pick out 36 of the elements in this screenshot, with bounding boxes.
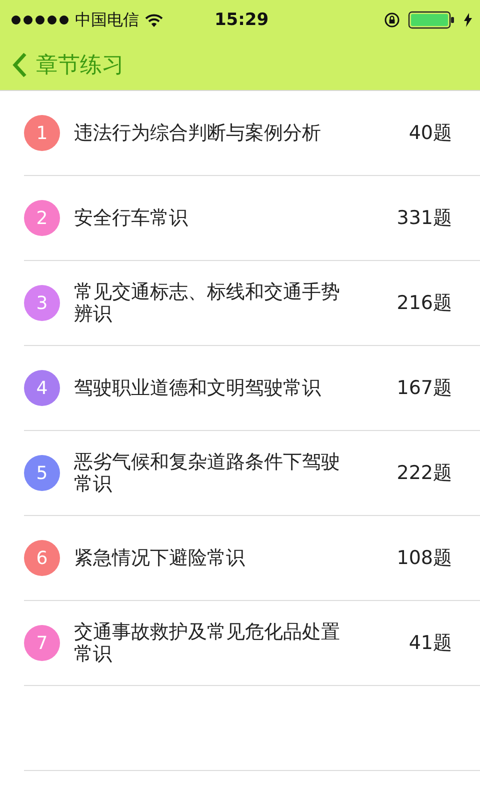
chapter-item[interactable]: 2 安全行车常识 331题	[24, 176, 480, 261]
chapter-item[interactable]: 7 交通事故救护及常见危化品处置常识 41题	[24, 601, 480, 686]
chapter-title: 恶劣气候和复杂道路条件下驾驶常识	[74, 451, 341, 495]
chapter-number: 4	[24, 370, 60, 406]
chevron-icon	[12, 51, 28, 79]
chapter-number: 7	[24, 625, 60, 661]
question-count: 222题	[396, 461, 452, 486]
rotation-lock-icon	[384, 12, 400, 28]
wifi-icon	[145, 14, 163, 26]
chapter-title: 常见交通标志、标线和交通手势辨识	[74, 281, 341, 325]
chapter-title: 驾驶职业道德和文明驾驶常识	[74, 377, 322, 399]
chapter-number: 1	[24, 115, 60, 151]
chapter-item[interactable]: 5 恶劣气候和复杂道路条件下驾驶常识 222题	[24, 431, 480, 516]
charging-icon	[464, 13, 472, 27]
question-count: 167题	[396, 376, 452, 401]
chapter-number: 3	[24, 285, 60, 321]
question-count: 216题	[396, 291, 452, 316]
chapter-title: 交通事故救护及常见危化品处置常识	[74, 621, 341, 665]
carrier-name: 中国电信	[75, 10, 139, 30]
question-count: 331题	[396, 206, 452, 231]
chapter-item[interactable]: 6 紧急情况下避险常识 108题	[24, 516, 480, 601]
question-count: 40题	[408, 121, 452, 146]
chapter-title: 紧急情况下避险常识	[74, 547, 246, 569]
chapter-item[interactable]: 3 常见交通标志、标线和交通手势辨识 216题	[24, 261, 480, 346]
chapter-title: 违法行为综合判断与案例分析	[74, 122, 322, 144]
chapter-number: 2	[24, 200, 60, 236]
chapter-title: 安全行车常识	[74, 207, 189, 229]
question-count: 41题	[408, 631, 452, 656]
signal-icon	[11, 15, 69, 25]
question-count: 108题	[396, 546, 452, 571]
chapter-number: 6	[24, 540, 60, 576]
chapter-item[interactable]: 4 驾驶职业道德和文明驾驶常识 167题	[24, 346, 480, 431]
chapter-item[interactable]: 1 违法行为综合判断与案例分析 40题	[24, 91, 480, 176]
chapter-number: 5	[24, 455, 60, 491]
battery-icon	[408, 11, 456, 29]
status-time: 15:29	[214, 10, 269, 30]
